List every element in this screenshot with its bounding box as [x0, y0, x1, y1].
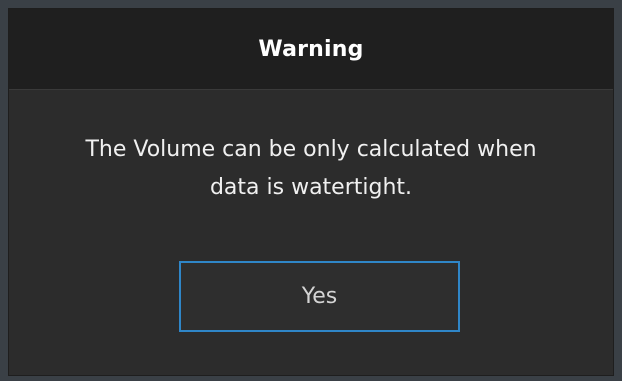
- dialog-titlebar: Warning: [9, 9, 613, 90]
- warning-dialog: Warning The Volume can be only calculate…: [9, 9, 613, 375]
- dialog-message: The Volume can be only calculated when d…: [85, 137, 537, 200]
- yes-button[interactable]: Yes: [179, 261, 460, 332]
- dialog-title: Warning: [258, 36, 364, 62]
